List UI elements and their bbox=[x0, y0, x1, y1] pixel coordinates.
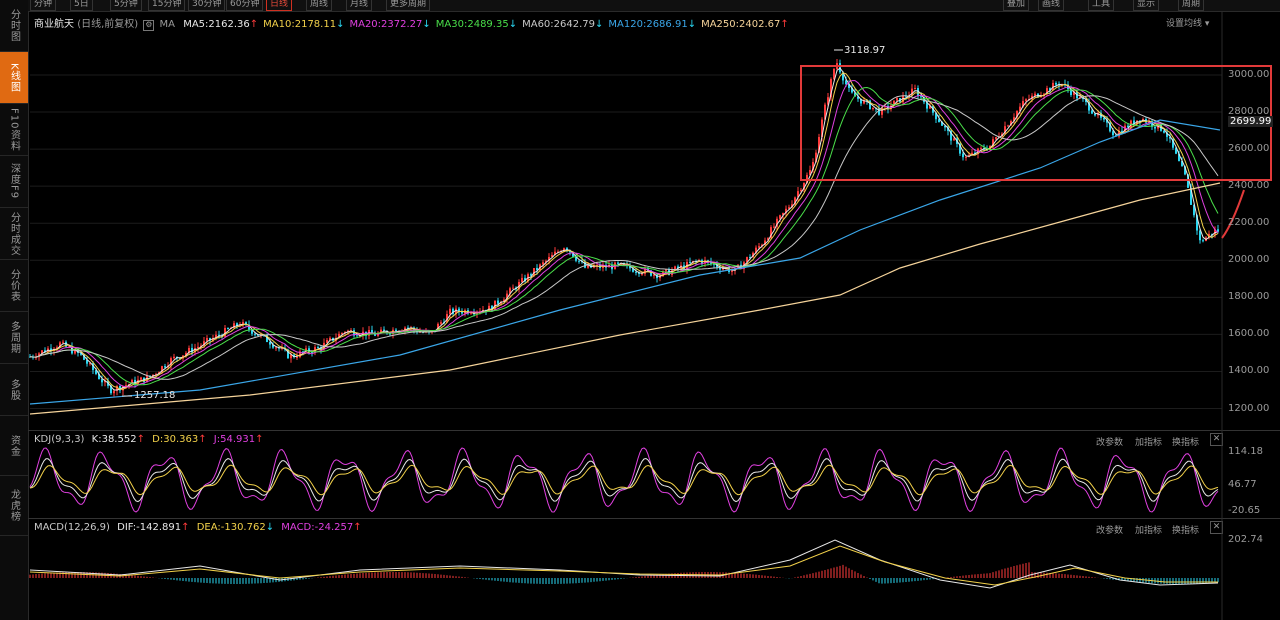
price-axis-label: 1200.00 bbox=[1228, 403, 1270, 414]
macd-dea-line bbox=[29, 545, 1218, 586]
candle-body bbox=[578, 260, 580, 262]
candle-body bbox=[521, 277, 523, 282]
candle-body bbox=[1055, 82, 1057, 85]
candle-body bbox=[731, 270, 733, 272]
candle-body bbox=[1163, 130, 1165, 133]
price-axis-label: 1600.00 bbox=[1228, 328, 1270, 339]
kline-chart[interactable] bbox=[0, 0, 1280, 620]
ma250-line bbox=[29, 182, 1221, 415]
price-axis-label: 1400.00 bbox=[1228, 365, 1270, 376]
candle-body bbox=[1007, 125, 1009, 127]
candle-body bbox=[1034, 93, 1036, 96]
price-axis-label: 2600.00 bbox=[1228, 143, 1270, 154]
price-axis-label: 2200.00 bbox=[1228, 217, 1270, 228]
ma30-line bbox=[29, 86, 1219, 386]
candle-body bbox=[965, 156, 967, 158]
candle-body bbox=[296, 357, 298, 359]
candle-body bbox=[896, 98, 898, 101]
candle-body bbox=[635, 271, 637, 273]
candle-body bbox=[470, 313, 472, 315]
candle-body bbox=[197, 346, 199, 349]
candle-body bbox=[269, 342, 271, 345]
candle-body bbox=[689, 261, 691, 263]
ma120-line bbox=[29, 119, 1221, 405]
kdj-d-line bbox=[29, 464, 1219, 496]
candle-body bbox=[440, 322, 442, 324]
candle-body bbox=[317, 347, 319, 349]
ma5-line bbox=[29, 67, 1219, 391]
kdj-j-line bbox=[29, 447, 1219, 513]
candle-body bbox=[1112, 131, 1114, 136]
candle-body bbox=[164, 366, 166, 368]
candle-body bbox=[497, 300, 499, 304]
candle-body bbox=[914, 88, 916, 90]
candle-body bbox=[1025, 99, 1027, 102]
candle-body bbox=[665, 269, 667, 272]
price-axis-label: 2000.00 bbox=[1228, 254, 1270, 265]
price-axis-label: 1800.00 bbox=[1228, 291, 1270, 302]
candle-body bbox=[356, 335, 358, 337]
candle-body bbox=[254, 333, 256, 335]
ma60-line bbox=[29, 95, 1219, 380]
trend-arrow bbox=[1221, 189, 1245, 239]
candle-body bbox=[512, 287, 514, 289]
candle-body bbox=[773, 226, 775, 228]
candle-body bbox=[227, 328, 229, 330]
candle-body bbox=[62, 341, 64, 343]
candle-body bbox=[962, 153, 964, 158]
candle-body bbox=[641, 273, 643, 275]
candle-body bbox=[1154, 126, 1156, 129]
candle-body bbox=[617, 262, 619, 264]
candle-body bbox=[140, 377, 142, 380]
candle-body bbox=[1202, 240, 1204, 242]
candle-body bbox=[920, 96, 922, 98]
current-price-tag: 2699.99 bbox=[1228, 116, 1274, 127]
price-axis-label: 3000.00 bbox=[1228, 69, 1270, 80]
candle-body bbox=[1091, 110, 1093, 114]
candle-body bbox=[113, 390, 115, 394]
candle-body bbox=[461, 311, 463, 314]
low-price-label: 1257.18 bbox=[134, 390, 176, 401]
highlight-box bbox=[800, 65, 1272, 181]
candle-body bbox=[758, 246, 760, 248]
ma10-line bbox=[29, 72, 1219, 390]
candle-body bbox=[542, 262, 544, 265]
candle-body bbox=[995, 137, 997, 140]
candle-body bbox=[953, 138, 955, 141]
price-axis-label: 2400.00 bbox=[1228, 180, 1270, 191]
candle-body bbox=[872, 107, 874, 110]
kdj-axis-mid: 46.77 bbox=[1228, 479, 1257, 490]
high-price-label: 3118.97 bbox=[844, 45, 886, 56]
kdj-axis-high: 114.18 bbox=[1228, 446, 1263, 457]
macd-dif-line bbox=[29, 539, 1219, 589]
macd-axis-high: 202.74 bbox=[1228, 534, 1263, 545]
kdj-axis-low: -20.65 bbox=[1228, 505, 1261, 516]
candle-body bbox=[980, 148, 982, 150]
candle-body bbox=[449, 308, 451, 315]
candle-body bbox=[275, 347, 277, 349]
candle-body bbox=[173, 356, 175, 359]
candle-body bbox=[341, 332, 343, 334]
